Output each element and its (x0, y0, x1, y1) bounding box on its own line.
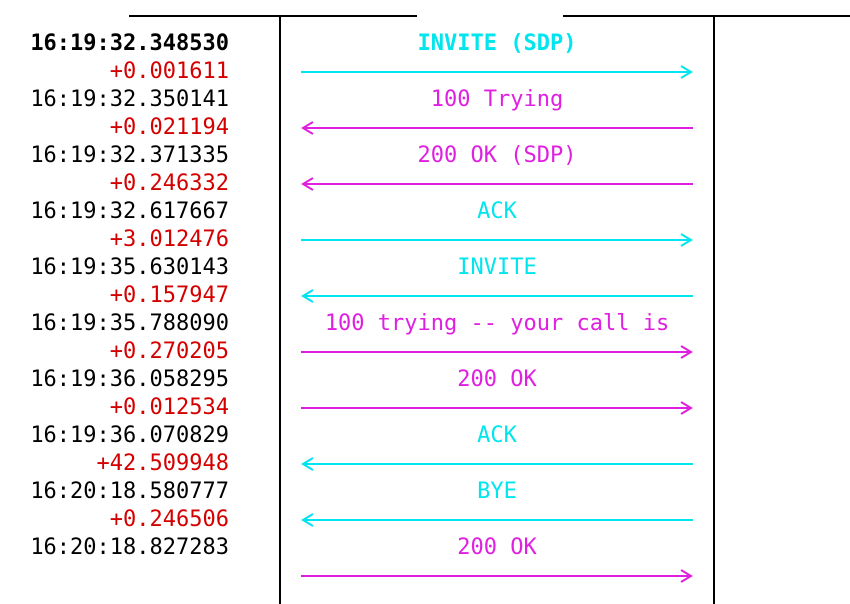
timestamp: 16:20:18.580777 (30, 479, 229, 504)
arrow-left[interactable] (301, 513, 693, 527)
arrow-right[interactable] (301, 233, 693, 247)
arrow-left[interactable] (301, 289, 693, 303)
host-a-header-line (129, 15, 417, 17)
host-b-header-line (563, 15, 850, 17)
time-delta: +0.270205 (109, 339, 229, 364)
arrow-left[interactable] (301, 177, 693, 191)
message-label[interactable]: INVITE (281, 254, 713, 282)
message-label[interactable]: 200 OK (281, 366, 713, 394)
message-label[interactable]: 200 OK (281, 534, 713, 562)
host-b-lifeline (713, 17, 715, 604)
time-delta: +0.012534 (109, 395, 229, 420)
time-delta: +0.246332 (109, 171, 229, 196)
arrow-left[interactable] (301, 457, 693, 471)
message-label[interactable]: 100 Trying (281, 86, 713, 114)
message-label[interactable]: ACK (281, 422, 713, 450)
timestamp: 16:19:32.617667 (30, 199, 229, 224)
timestamp: 16:20:18.827283 (30, 535, 229, 560)
arrow-right[interactable] (301, 65, 693, 79)
message-label[interactable]: BYE (281, 478, 713, 506)
timestamp: 16:19:36.058295 (30, 367, 229, 392)
timestamp: 16:19:32.371335 (30, 143, 229, 168)
timestamp: 16:19:32.348530 (30, 31, 229, 56)
arrow-left[interactable] (301, 121, 693, 135)
message-label[interactable]: 100 trying -- your call is (281, 310, 713, 338)
timestamp: 16:19:36.070829 (30, 423, 229, 448)
arrow-right[interactable] (301, 345, 693, 359)
timestamp: 16:19:35.630143 (30, 255, 229, 280)
time-delta: +42.509948 (96, 451, 229, 476)
time-delta: +0.001611 (109, 59, 229, 84)
time-delta: +0.157947 (109, 283, 229, 308)
message-label[interactable]: INVITE (SDP) (281, 30, 713, 58)
timestamp: 16:19:32.350141 (30, 87, 229, 112)
message-label[interactable]: ACK (281, 198, 713, 226)
timestamp: 16:19:35.788090 (30, 311, 229, 336)
time-delta: +0.246506 (109, 507, 229, 532)
arrow-right[interactable] (301, 569, 693, 583)
time-delta: +3.012476 (109, 227, 229, 252)
message-label[interactable]: 200 OK (SDP) (281, 142, 713, 170)
arrow-right[interactable] (301, 401, 693, 415)
time-delta: +0.021194 (109, 115, 229, 140)
